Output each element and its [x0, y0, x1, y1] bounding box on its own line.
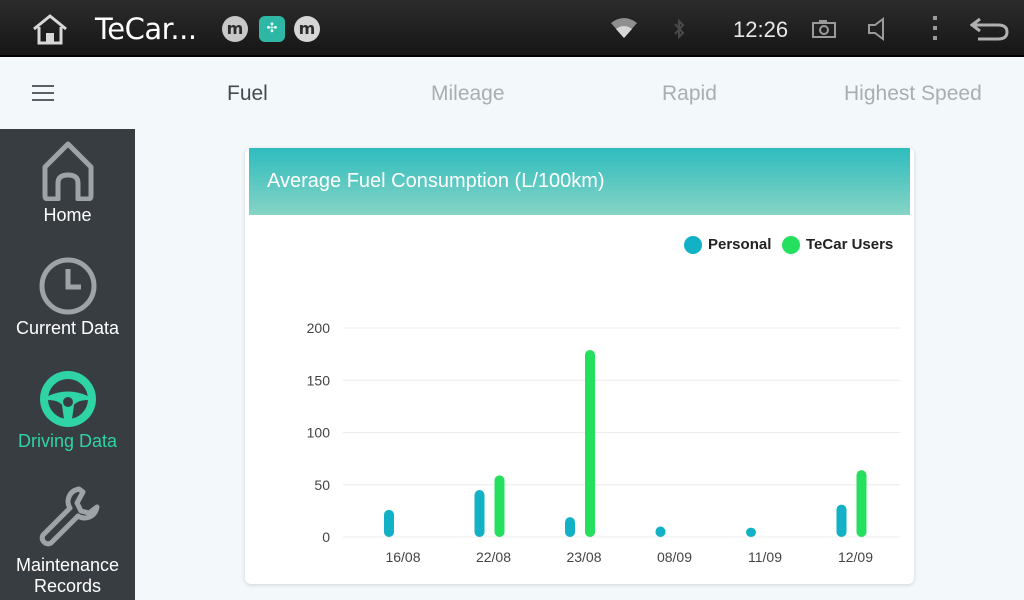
x-tick-label: 08/09 [657, 549, 692, 565]
m-badge-1-icon: m [222, 16, 248, 42]
bar-tecar-users [494, 475, 505, 537]
bar-personal [384, 509, 394, 537]
clock: 12:26 [733, 17, 789, 42]
hamburger-menu-icon[interactable] [32, 85, 54, 101]
bluetooth-icon [674, 18, 685, 40]
m-badge-2-icon: ✣ [259, 16, 285, 42]
bar-personal [655, 526, 666, 537]
y-tick-label: 200 [307, 320, 331, 336]
sidebar-item-maintenance-records[interactable]: Maintenance Records [0, 483, 135, 597]
tab-rapid[interactable]: Rapid [662, 82, 717, 106]
sidebar-item-current-data[interactable]: Current Data [0, 256, 135, 339]
sidebar-item-driving-data[interactable]: Driving Data [0, 369, 135, 452]
bar-tecar-users [856, 470, 867, 537]
steering-wheel-icon [39, 371, 96, 427]
tab-highest-speed[interactable]: Highest Speed [844, 82, 982, 106]
y-tick-label: 0 [322, 529, 330, 545]
bar-personal [474, 489, 485, 537]
overflow-menu-icon[interactable] [928, 14, 942, 42]
bar-personal [746, 527, 756, 537]
bar-personal [565, 517, 575, 537]
x-tick-label: 22/08 [476, 549, 511, 565]
y-tick-label: 100 [307, 425, 331, 441]
bar-chart: 0 50 100 150 200 16/08 22/08 23/08 08/09 11/09 12/… [307, 320, 900, 565]
status-bar: TeCar... m ✣ m 12:26 [0, 0, 1024, 57]
volume-icon[interactable] [866, 17, 892, 41]
sidebar-item-label: Driving Data [17, 431, 118, 451]
wifi-icon [611, 18, 637, 38]
home-icon[interactable] [30, 12, 70, 46]
m-badge-3-icon: m [294, 16, 320, 42]
y-tick-label: 150 [307, 372, 331, 388]
x-tick-label: 23/08 [566, 549, 601, 565]
back-icon[interactable] [970, 15, 1010, 43]
sidebar-item-label: Home [43, 205, 92, 225]
y-tick-label: 50 [314, 477, 330, 493]
x-tick-label: 16/08 [385, 549, 420, 565]
house-icon [42, 141, 93, 201]
sidebar-item-label: Maintenance Records [15, 555, 120, 596]
sidebar-item-home[interactable]: Home [0, 139, 135, 226]
x-tick-label: 11/09 [748, 549, 782, 565]
tab-mileage[interactable]: Mileage [431, 82, 505, 106]
tab-bar: Fuel Mileage Rapid Highest Speed [0, 57, 1024, 129]
x-tick-label: 12/09 [838, 549, 873, 565]
bar-personal [836, 504, 847, 537]
wrench-icon [39, 486, 99, 547]
sidebar-item-label: Current Data [15, 318, 120, 338]
sidebar: Home Current Data Driving Data Maintenan… [0, 129, 135, 600]
screenshot-icon[interactable] [812, 19, 836, 39]
app-title: TeCar... [95, 12, 197, 46]
clock-icon [39, 257, 96, 315]
bar-tecar-users [585, 349, 595, 537]
tab-fuel[interactable]: Fuel [227, 82, 268, 106]
fuel-chart-card: Average Fuel Consumption (L/100km) Perso… [245, 148, 914, 584]
